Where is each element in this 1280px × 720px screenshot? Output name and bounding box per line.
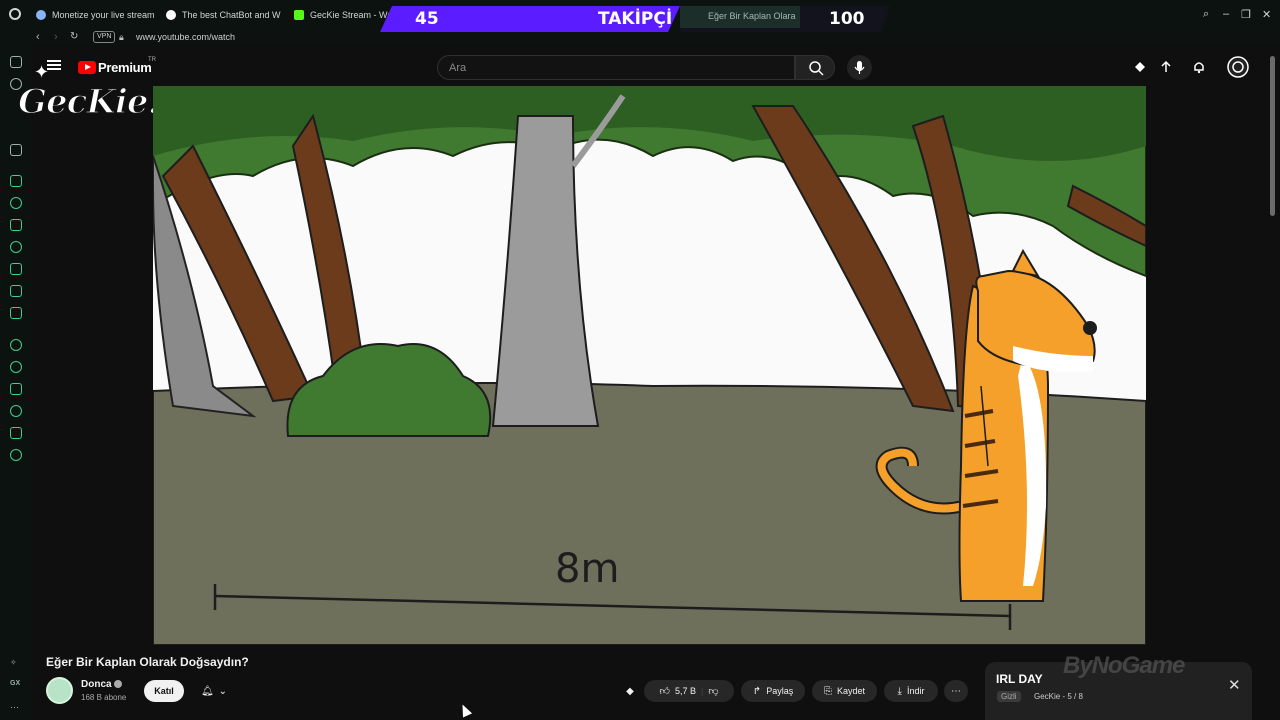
tab-chatbot[interactable]: The best ChatBot and W [166,4,281,26]
premium-badge-icon[interactable] [1133,60,1147,74]
chevron-down-icon: ⌄ [218,685,228,697]
channel-avatar[interactable] [46,677,73,704]
verified-icon [114,680,122,688]
premium-badge-icon: ◆ [626,685,634,697]
microphone-icon [854,61,865,74]
minimize-icon[interactable]: – [1223,8,1229,20]
join-button[interactable]: Katıl [144,680,184,702]
chatbot-icon [166,10,176,20]
search-box [437,55,795,80]
share-label: Paylaş [766,686,794,696]
playlist-title[interactable]: IRL DAY [996,672,1043,686]
channel-name[interactable]: Donca [81,679,112,690]
forward-icon[interactable]: › [54,28,58,46]
follower-count: 45 [415,9,439,29]
lock-icon: 🔒︎ [119,32,124,42]
settings-icon[interactable] [10,449,22,461]
search-icon [809,61,824,76]
scrollbar[interactable] [1270,56,1275,216]
instagram-icon[interactable] [10,263,22,275]
more-icon: ⋯ [951,685,961,697]
reload-icon[interactable]: ↻ [70,28,78,46]
whatsapp-icon[interactable] [10,241,22,253]
tiktok-icon[interactable] [10,285,22,297]
pin-icon[interactable] [10,383,22,395]
more-actions-button[interactable]: ⋯ [944,680,968,702]
aria-icon[interactable] [10,175,22,187]
download-icon: ⤓ [897,685,902,697]
upload-icon[interactable] [1159,60,1173,74]
video-frame-illustration: 8m [153,86,1146,645]
cube-icon[interactable] [10,427,22,439]
video-player[interactable]: 8m [153,86,1146,645]
workspace-icon[interactable] [10,56,22,68]
tab-geckie-stream[interactable]: GecKie Stream - Watc [294,4,394,26]
region-code: TR [148,57,156,63]
sparkle-decoration-icon: ✦ [34,62,50,82]
streamer-logo: GecKie. [17,81,160,123]
gx-icon[interactable]: GX [10,680,22,692]
subscriber-count: 168 B abone [81,693,127,702]
distance-label: 8m [555,546,619,592]
notification-bell-button[interactable]: 🔔︎ ⌄ [190,680,238,702]
search-icon[interactable]: ⌕ [1203,8,1209,21]
tab-label: The best ChatBot and W [182,10,281,20]
kick-icon [294,10,304,20]
search-input[interactable] [438,56,758,79]
more-icon[interactable]: ⋯ [10,702,22,714]
youtube-premium-brand[interactable]: Premium [98,60,152,75]
url-field[interactable]: www.youtube.com/watch [136,28,235,46]
voice-search-button[interactable] [847,55,872,80]
close-icon[interactable]: ✕ [1228,676,1241,694]
like-count[interactable]: 5,7 B [675,686,696,696]
follower-goal-overlay: Eğer Bir Kaplan Olara 45 TAKİPÇİ 100 [380,6,900,32]
heart-icon[interactable] [10,361,22,373]
tab-label: Monetize your live stream [52,10,154,20]
bookmark-icon: ⎘ [823,685,832,697]
follower-goal: 100 [829,9,865,29]
privacy-badge: Gizli [997,691,1021,702]
download-label: İndir [906,686,925,696]
like-icon[interactable]: 👍︎ [660,685,670,697]
dislike-icon[interactable]: 👎︎ [708,685,718,697]
bell-icon[interactable] [1192,60,1206,74]
share-icon: ↱ [752,685,762,697]
menu-icon[interactable] [47,60,61,70]
opera-logo-icon[interactable] [9,8,21,20]
clock-icon[interactable] [10,405,22,417]
video-title: Eğer Bir Kaplan Olarak Doğsaydın? [46,655,249,669]
save-button[interactable]: ⎘ Kaydet [812,680,877,702]
tab-monetize[interactable]: Monetize your live stream [36,4,154,26]
close-window-icon[interactable]: ✕ [1262,8,1271,21]
playlist-meta: GecKie - 5 / 8 [1034,692,1083,701]
mouse-cursor-icon [457,702,473,718]
x-icon[interactable] [10,307,22,319]
search-button[interactable] [795,55,835,80]
youtube-logo-icon[interactable] [78,61,96,74]
twitch-icon[interactable] [10,219,22,231]
hidden-tab-label: Eğer Bir Kaplan Olara [708,11,796,21]
mail-icon[interactable] [10,144,22,156]
avatar[interactable] [1227,56,1249,78]
restore-icon[interactable]: ❐ [1241,8,1251,21]
sparkle-icon[interactable]: ✧ [10,658,22,670]
divider: | [700,686,704,696]
download-button[interactable]: ⤓ İndir [884,680,938,702]
premium-action-button[interactable]: ◆ [620,680,640,702]
spotify-icon[interactable] [10,339,22,351]
sponsor-watermark: ByNoGame [1063,652,1185,679]
share-button[interactable]: ↱ Paylaş [741,680,805,702]
join-label: Katıl [154,686,174,696]
globe-icon [36,10,46,20]
browser-sidebar: ✧ GX ⋯ [0,46,31,720]
back-icon[interactable]: ‹ [36,28,40,46]
follower-label: TAKİPÇİ [598,9,673,29]
bell-icon: 🔔︎ [200,685,214,697]
vpn-badge[interactable]: VPN [93,31,116,43]
chatgpt-icon[interactable] [10,197,22,209]
save-label: Kaydet [836,686,866,696]
youtube-header: Premium TR [31,46,1280,86]
like-dislike-group: 👍︎ 5,7 B | 👎︎ [644,680,734,702]
